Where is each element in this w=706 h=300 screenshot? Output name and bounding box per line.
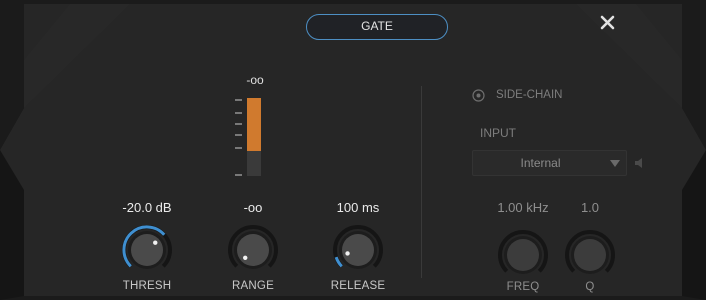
knob-body [507, 239, 539, 271]
q-value: 1.0 [580, 200, 600, 215]
thresh-knob[interactable] [119, 222, 175, 278]
release-label: RELEASE [330, 280, 386, 292]
knob-indicator [345, 251, 350, 256]
input-label: INPUT [480, 126, 516, 140]
knob-indicator [243, 255, 248, 260]
q-label: Q [585, 281, 595, 293]
meter-scale-ticks [235, 99, 242, 176]
close-button[interactable] [598, 12, 618, 34]
thresh-label: THRESH [122, 280, 172, 292]
meter-fill [247, 98, 261, 151]
level-meter [235, 98, 261, 176]
meter-value-label: -oo [246, 73, 264, 87]
knob-value-arc [334, 256, 343, 268]
range-label: RANGE [232, 280, 274, 292]
input-select[interactable]: Internal [472, 150, 627, 176]
knob-body [131, 234, 163, 266]
release-knob[interactable] [330, 222, 386, 278]
gate-plugin-window: GATE -oo -20.0 dB -oo 100 ms THRESH RANG… [0, 0, 706, 300]
knob-body [342, 234, 374, 266]
knob-body [237, 234, 269, 266]
thresh-value: -20.0 dB [122, 200, 172, 215]
freq-knob[interactable] [495, 227, 551, 283]
input-selected-value: Internal [520, 156, 561, 170]
speaker-icon[interactable] [633, 156, 647, 170]
chevron-down-icon [610, 160, 620, 167]
side-chain-toggle[interactable] [472, 89, 485, 102]
gate-mode-button[interactable]: GATE [306, 14, 448, 40]
close-icon [600, 15, 615, 30]
range-value: -oo [243, 200, 263, 215]
release-value: 100 ms [336, 200, 380, 215]
side-chain-label: SIDE-CHAIN [496, 89, 563, 101]
section-divider [421, 86, 422, 278]
q-knob[interactable] [562, 227, 618, 283]
knob-body [574, 239, 606, 271]
knob-indicator [153, 240, 158, 245]
range-knob[interactable] [225, 222, 281, 278]
